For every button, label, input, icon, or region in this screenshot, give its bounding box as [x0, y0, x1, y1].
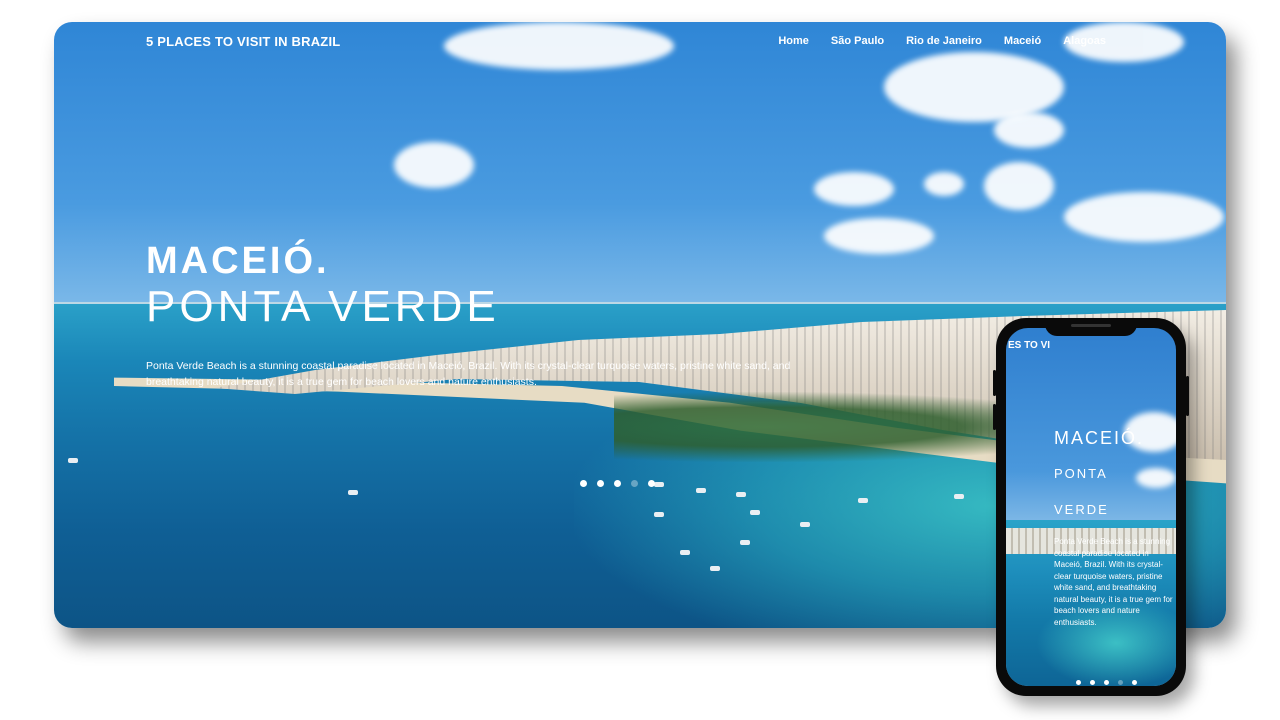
boat: [654, 512, 664, 517]
boat: [680, 550, 690, 555]
slide-dot-5[interactable]: [648, 480, 655, 487]
cloud: [394, 142, 474, 188]
slide-dots: [580, 480, 655, 487]
boat: [348, 490, 358, 495]
phone-hero-kicker: MACEIÓ.: [1054, 428, 1145, 448]
boat: [654, 482, 664, 487]
phone-power-button: [1186, 376, 1189, 416]
nav-link-rio-de-janeiro[interactable]: Rio de Janeiro: [906, 35, 982, 47]
slide-dot-4[interactable]: [631, 480, 638, 487]
cloud: [1064, 192, 1224, 242]
nav-link-home[interactable]: Home: [778, 35, 809, 47]
phone-mockup: ES TO VI MACEIÓ. PONTA VERDE Ponta Verde…: [993, 318, 1189, 696]
phone-notch: [1045, 318, 1137, 336]
phone-brand[interactable]: ES TO VI: [1008, 340, 1050, 351]
boat: [858, 498, 868, 503]
phone-slide-dot-4[interactable]: [1118, 680, 1123, 685]
cloud: [1136, 468, 1176, 488]
cloud: [984, 162, 1054, 210]
phone-slide-dots: [1076, 680, 1137, 685]
boat: [800, 522, 810, 527]
boat: [696, 488, 706, 493]
hero-kicker: MACEIÓ.: [146, 240, 330, 282]
cloud: [814, 172, 894, 206]
hero-title: PONTA VERDE: [146, 282, 500, 331]
cloud: [994, 112, 1064, 148]
boat: [68, 458, 78, 463]
slide-dot-3[interactable]: [614, 480, 621, 487]
cloud: [824, 218, 934, 254]
phone-slide-dot-5[interactable]: [1132, 680, 1137, 685]
phone-slide-dot-1[interactable]: [1076, 680, 1081, 685]
phone-screen: ES TO VI MACEIÓ. PONTA VERDE Ponta Verde…: [1006, 328, 1176, 686]
site-brand[interactable]: 5 PLACES TO VISIT IN BRAZIL: [146, 34, 340, 49]
main-nav: Home São Paulo Rio de Janeiro Maceió Ala…: [778, 35, 1106, 47]
boat: [750, 510, 760, 515]
slide-dot-2[interactable]: [597, 480, 604, 487]
boat: [954, 494, 964, 499]
phone-hero-title-line1: PONTA: [1054, 466, 1108, 481]
boat: [710, 566, 720, 571]
nav-link-maceio[interactable]: Maceió: [1004, 35, 1041, 47]
phone-slide-dot-2[interactable]: [1090, 680, 1095, 685]
phone-side-button: [993, 404, 996, 430]
phone-hero-title-line2: VERDE: [1054, 502, 1109, 517]
phone-speaker: [1071, 324, 1111, 327]
boat: [740, 540, 750, 545]
cloud: [924, 172, 964, 196]
cloud: [444, 22, 674, 70]
phone-hero-description: Ponta Verde Beach is a stunning coastal …: [1054, 537, 1173, 627]
nav-link-alagoas[interactable]: Alagoas: [1063, 35, 1106, 47]
phone-side-button: [993, 370, 996, 396]
nav-link-sao-paulo[interactable]: São Paulo: [831, 35, 884, 47]
phone-slide-dot-3[interactable]: [1104, 680, 1109, 685]
boat: [736, 492, 746, 497]
slide-dot-1[interactable]: [580, 480, 587, 487]
hero-description: Ponta Verde Beach is a stunning coastal …: [146, 360, 791, 388]
